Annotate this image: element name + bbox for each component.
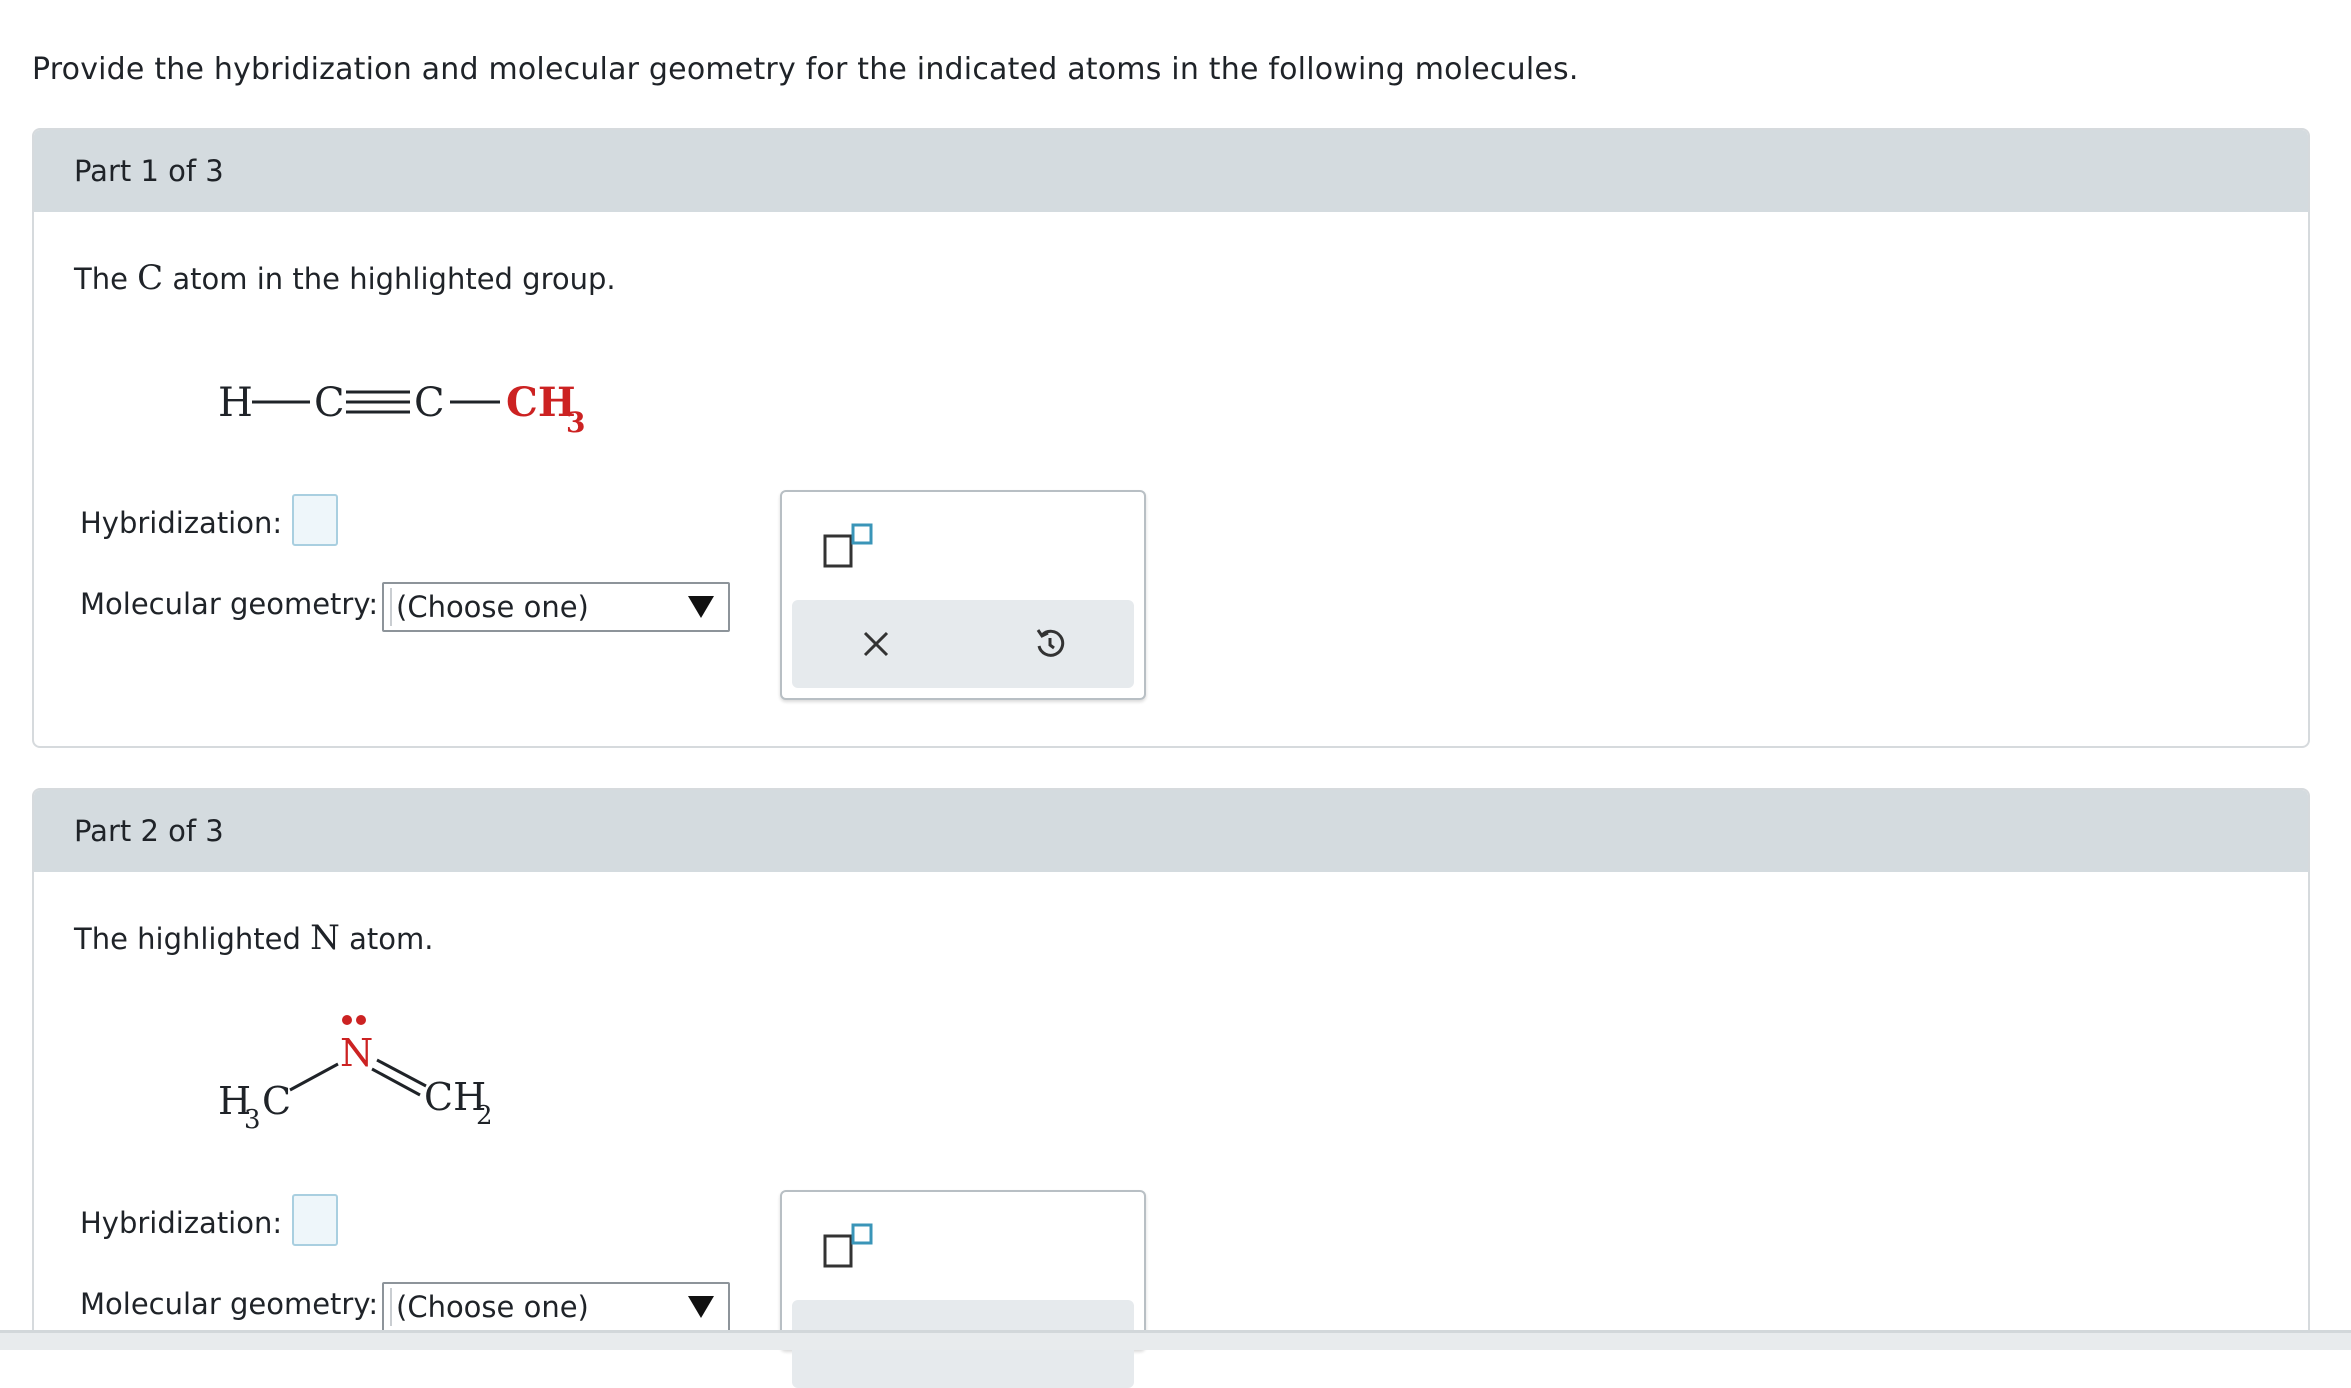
highlighted-ch3-subscript: 3 [566,406,585,439]
hybridization-input[interactable] [292,1194,338,1246]
select-value: (Choose one) [390,1288,589,1326]
imine-structure: H 3 C CH 2 N [218,1015,493,1135]
undo-icon[interactable] [1032,626,1068,662]
highlighted-n-atom: N [340,1031,373,1075]
dropdown-arrow-icon [688,596,714,618]
prompt-atom-symbol: N [310,918,340,958]
atom-c2: C [414,380,445,426]
double-bond-n-c-1 [376,1058,427,1088]
part-1-prompt: The C atom in the highlighted group. [74,258,616,298]
prompt-atom-symbol: C [137,258,164,298]
double-bond-n-c-2 [371,1067,421,1097]
part-2-prompt: The highlighted N atom. [74,918,434,958]
molecular-geometry-select[interactable]: (Choose one) [382,1282,730,1332]
tool-action-bar [792,600,1134,688]
close-icon[interactable] [860,628,892,660]
part-2-panel: Part 2 of 3 The highlighted N atom. H 3 … [32,788,2310,1388]
atom-h3c-subscript: 3 [244,1105,261,1135]
hybridization-input[interactable] [292,494,338,546]
molecular-geometry-label: Molecular geometry: [80,1287,379,1321]
atom-c1: C [314,380,345,426]
dropdown-arrow-icon [688,1296,714,1318]
atom-h3c-c: C [262,1079,291,1123]
lone-pair-dot-1 [342,1015,352,1025]
part-1-header: Part 1 of 3 [34,130,2308,212]
part-2-header: Part 2 of 3 [34,790,2308,872]
molecular-geometry-select[interactable]: (Choose one) [382,582,730,632]
lone-pair-dot-2 [356,1015,366,1025]
single-bond-c-n [289,1062,339,1092]
hybridization-label: Hybridization: [80,1206,283,1240]
propyne-structure: H C C CH 3 [218,379,585,439]
hybridization-label: Hybridization: [80,506,283,540]
superscript-box-icon[interactable] [822,1222,874,1270]
atom-h: H [218,380,253,426]
instruction-text: Provide the hybridization and molecular … [32,52,1579,87]
math-tool-panel [780,1190,1146,1388]
atom-ch2-subscript: 2 [476,1101,493,1131]
page-bottom-scrollbar[interactable] [0,1330,2351,1350]
part-1-panel: Part 1 of 3 The C atom in the highlighte… [32,128,2310,748]
select-value: (Choose one) [390,588,589,626]
math-tool-panel [780,490,1146,700]
molecular-geometry-label: Molecular geometry: [80,587,379,621]
superscript-box-icon[interactable] [822,522,874,570]
